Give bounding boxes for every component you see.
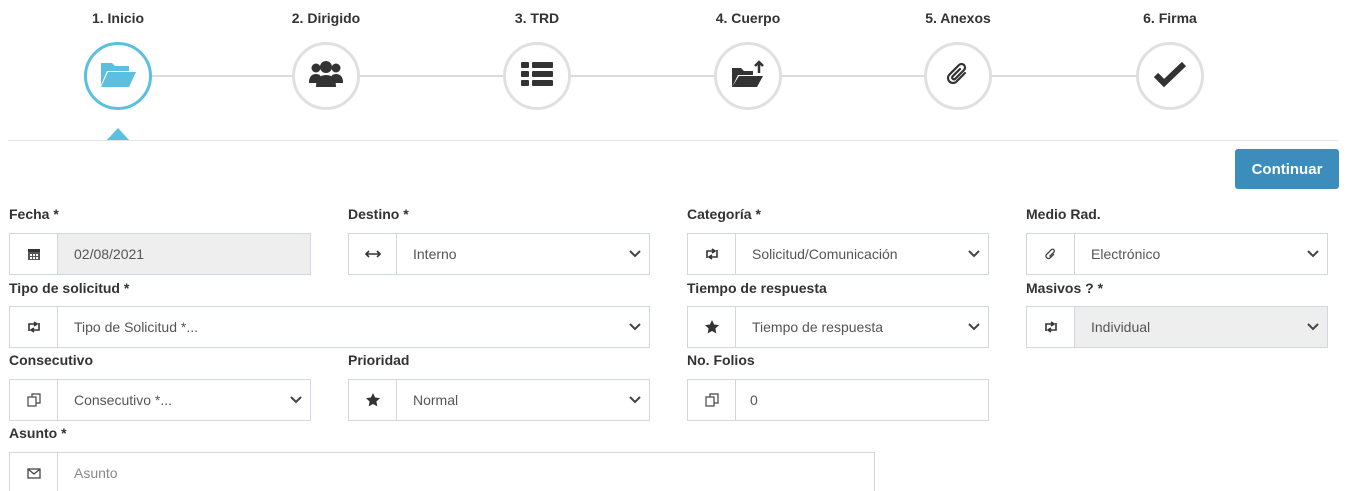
tipo-solicitud-select[interactable]: Tipo de Solicitud *... [9,306,650,348]
step-firma[interactable]: 6. Firma [1110,0,1230,110]
tipo-solicitud-label: Tipo de solicitud * [9,280,130,296]
asunto-input[interactable]: Asunto [9,452,875,491]
step-circle[interactable] [924,42,992,110]
consecutivo-label: Consecutivo [9,352,94,368]
folios-label: No. Folios [687,352,755,368]
step-anexos[interactable]: 5. Anexos [898,0,1018,110]
tiempo-respuesta-label: Tiempo de respuesta [687,280,827,296]
categoria-label: Categoría * [687,206,761,222]
retweet-icon [10,307,58,347]
medio-select[interactable]: Electrónico [1026,233,1328,275]
masivos-label: Masivos ? * [1026,280,1104,296]
chevron-down-icon [1299,307,1327,347]
step-circle[interactable] [292,42,360,110]
step-circle[interactable] [714,42,782,110]
stepper-divider [8,140,1338,141]
tipo-solicitud-value: Tipo de Solicitud *... [74,319,198,335]
chevron-down-icon [960,234,988,274]
step-cuerpo[interactable]: 4. Cuerpo [688,0,808,110]
star-icon [688,307,736,347]
fecha-value[interactable]: 02/08/2021 [58,234,310,274]
medio-label: Medio Rad. [1026,206,1101,222]
users-icon [308,59,344,94]
tiempo-respuesta-select[interactable]: Tiempo de respuesta [687,306,989,348]
step-label: 2. Dirigido [291,10,361,26]
folios-value[interactable]: 0 [736,380,988,420]
step-circle[interactable] [1136,42,1204,110]
retweet-icon [688,234,736,274]
retweet-icon [1027,307,1075,347]
step-inicio[interactable]: 1. Inicio [58,0,178,141]
step-label: 6. Firma [1143,10,1197,26]
destino-select[interactable]: Interno [348,233,650,275]
paperclip-icon [943,59,973,94]
chevron-down-icon [960,307,988,347]
envelope-icon [10,453,58,491]
consecutivo-select[interactable]: Consecutivo *... [9,379,311,421]
prioridad-label: Prioridad [348,352,410,368]
destino-value: Interno [413,246,457,262]
paperclip-icon [1027,234,1075,274]
copy-icon [688,380,736,420]
categoria-value: Solicitud/Comunicación [752,246,898,262]
categoria-select[interactable]: Solicitud/Comunicación [687,233,989,275]
chevron-down-icon [621,234,649,274]
step-label: 5. Anexos [925,10,991,26]
folder-open-icon [99,59,137,94]
consecutivo-value: Consecutivo *... [74,392,173,408]
prioridad-value: Normal [413,392,459,408]
step-circle[interactable] [84,42,152,110]
continue-button[interactable]: Continuar [1235,149,1339,189]
folder-upload-icon [730,59,766,94]
check-icon [1153,60,1187,93]
step-dirigido[interactable]: 2. Dirigido [266,0,386,110]
masivos-value: Individual [1075,307,1299,347]
star-icon [349,380,397,420]
chevron-down-icon [1299,234,1327,274]
step-trd[interactable]: 3. TRD [477,0,597,110]
calendar-icon [10,234,58,274]
chevron-down-icon [282,380,310,420]
chevron-down-icon [621,380,649,420]
step-label: 1. Inicio [91,10,145,26]
folios-input[interactable]: 0 [687,379,989,421]
asunto-placeholder[interactable]: Asunto [58,453,874,491]
destino-label: Destino * [348,206,409,222]
step-label: 3. TRD [514,10,560,26]
step-circle[interactable] [503,42,571,110]
copy-icon [10,380,58,420]
chevron-down-icon [621,307,649,347]
arrows-horizontal-icon [349,234,397,274]
list-icon [520,61,554,92]
fecha-label: Fecha * [9,206,59,222]
masivos-select[interactable]: Individual [1026,306,1328,348]
step-label: 4. Cuerpo [715,10,781,26]
stepper-line [118,75,1170,77]
medio-value: Electrónico [1091,246,1161,262]
prioridad-select[interactable]: Normal [348,379,650,421]
asunto-label: Asunto * [9,425,67,441]
tiempo-respuesta-value: Tiempo de respuesta [752,319,883,335]
wizard-stepper: 1. Inicio 2. Dirigido 3. TRD 4. Cuerpo 5… [0,0,1347,142]
fecha-field[interactable]: 02/08/2021 [9,233,311,275]
